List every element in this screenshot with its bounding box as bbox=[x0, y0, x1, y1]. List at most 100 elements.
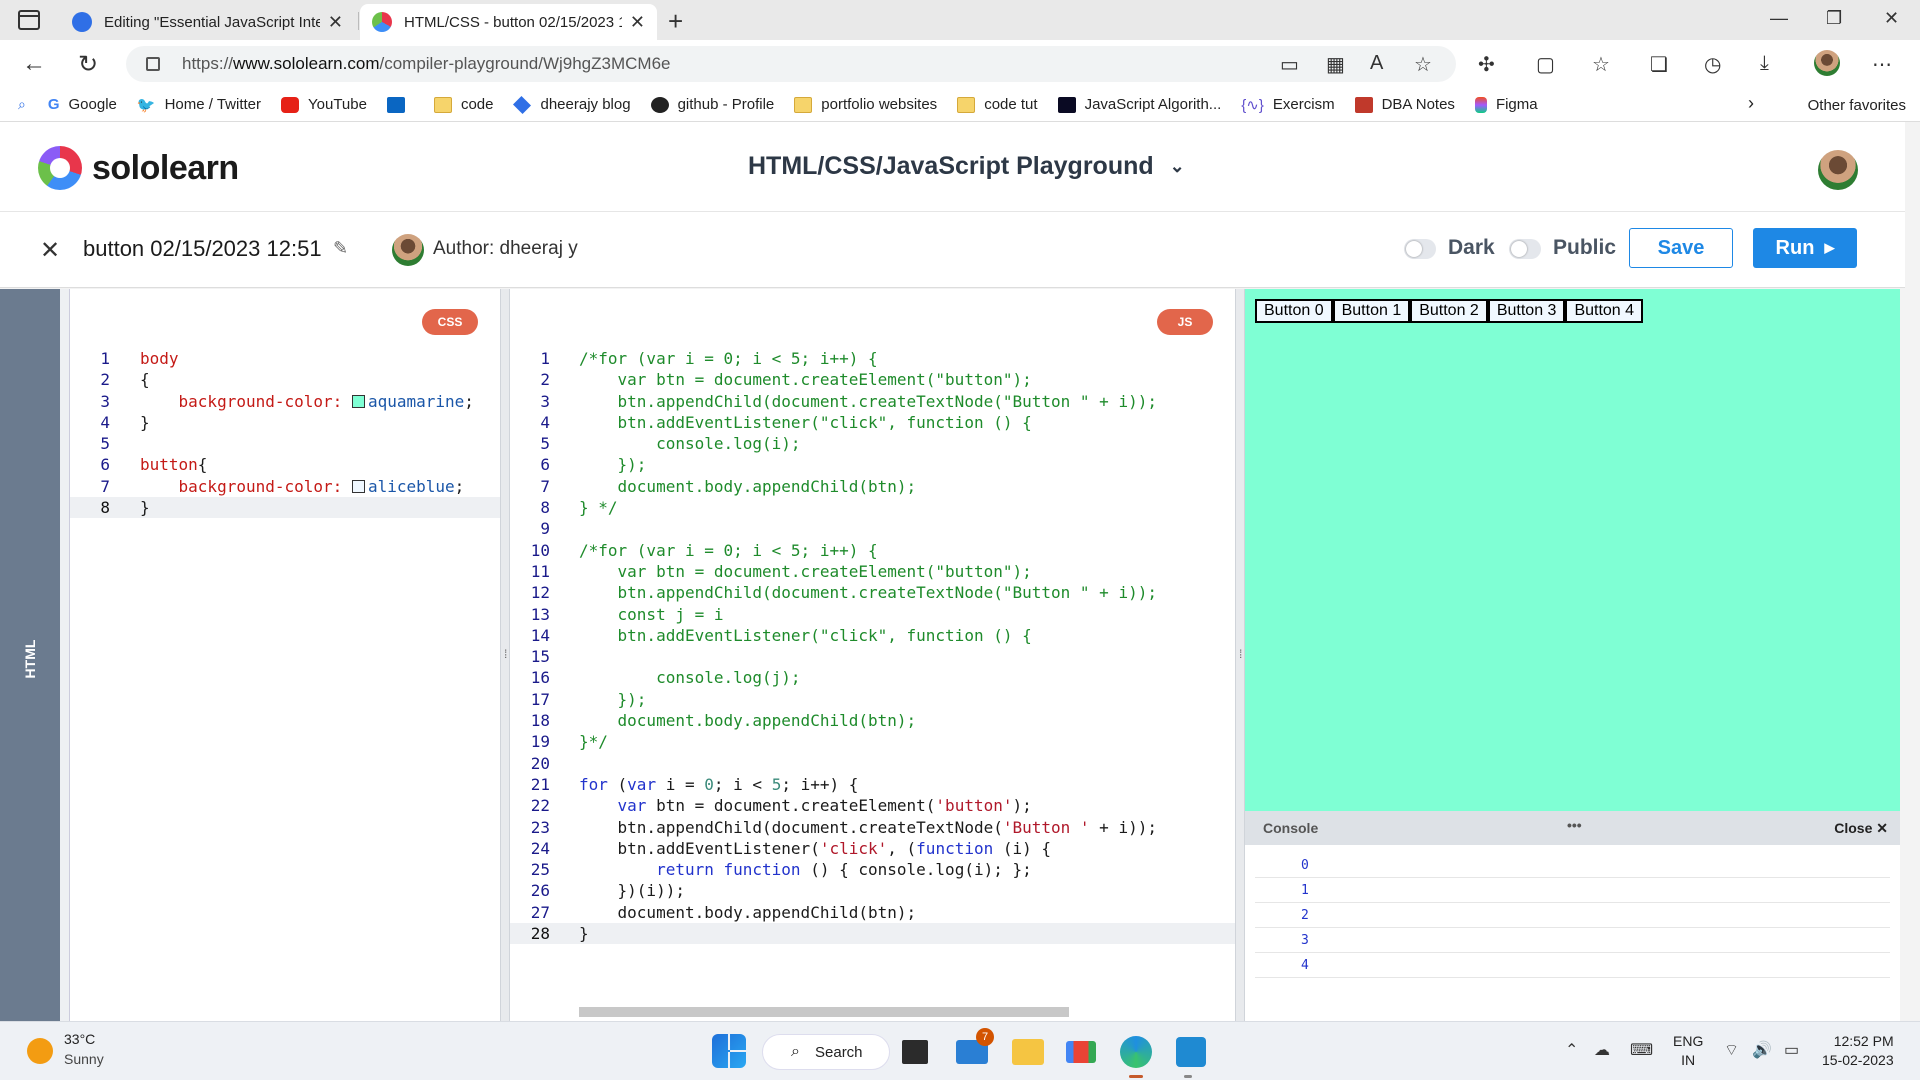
taskbar-search[interactable]: ⌕ Search bbox=[762, 1034, 890, 1070]
code-line: 13 const j = i bbox=[530, 604, 724, 624]
gmail-icon[interactable] bbox=[1066, 1041, 1096, 1063]
other-favorites[interactable]: Other favorites bbox=[1782, 88, 1906, 122]
cast-icon[interactable]: ▢ bbox=[1536, 52, 1555, 77]
favorites-icon[interactable]: ☆ bbox=[1592, 52, 1610, 77]
bookmark-blog[interactable]: dheerajy blog bbox=[513, 95, 631, 114]
edge-browser-icon[interactable] bbox=[1120, 1036, 1152, 1068]
code-line: 9 bbox=[540, 519, 550, 539]
horizontal-scrollbar[interactable] bbox=[579, 1007, 1069, 1017]
sun-icon[interactable] bbox=[27, 1038, 53, 1064]
code-line: 15 bbox=[530, 647, 550, 667]
new-tab-icon[interactable]: + bbox=[668, 6, 683, 37]
collections-icon[interactable]: ❏ bbox=[1650, 52, 1668, 77]
save-button[interactable]: Save bbox=[1629, 228, 1733, 268]
output-button-3[interactable]: Button 3 bbox=[1487, 299, 1566, 323]
pencil-icon[interactable]: ✎ bbox=[333, 238, 348, 259]
playground-title: HTML/CSS/JavaScript Playground bbox=[748, 152, 1154, 180]
sololearn-logo[interactable]: sololearn bbox=[38, 146, 239, 190]
code-line: 6 button{ bbox=[100, 455, 208, 475]
file-explorer-icon[interactable] bbox=[1012, 1039, 1044, 1065]
task-view-icon[interactable] bbox=[902, 1040, 928, 1064]
history-icon[interactable]: ◷ bbox=[1704, 52, 1721, 77]
browser-tab-editing[interactable]: Editing "Essential JavaScript Interview … bbox=[60, 4, 355, 40]
pane-resize-handle[interactable]: ⁞ bbox=[500, 289, 510, 1021]
dark-toggle[interactable] bbox=[1404, 239, 1436, 259]
close-tab-icon[interactable]: ✕ bbox=[630, 12, 645, 33]
chevron-right-icon[interactable]: › bbox=[1748, 93, 1754, 114]
playground-selector[interactable]: HTML/CSS/JavaScript Playground ⌄ bbox=[748, 152, 1185, 181]
console-close-button[interactable]: Close ✕ bbox=[1834, 820, 1888, 837]
code-line: 27 document.body.appendChild(btn); bbox=[530, 902, 917, 922]
output-button-0[interactable]: Button 0 bbox=[1255, 299, 1333, 323]
add-favorite-icon[interactable]: ☆ bbox=[1414, 52, 1432, 77]
download-icon[interactable]: ⤓ bbox=[1760, 52, 1769, 75]
minimize-icon[interactable]: — bbox=[1770, 8, 1788, 29]
public-toggle[interactable] bbox=[1509, 239, 1541, 259]
more-menu-icon[interactable]: ⋯ bbox=[1872, 52, 1892, 77]
refresh-icon[interactable]: ↻ bbox=[78, 50, 98, 79]
chevron-up-icon[interactable]: ⌃ bbox=[1565, 1040, 1578, 1060]
code-line: 3 btn.appendChild(document.createTextNod… bbox=[540, 391, 1157, 411]
url-path: /compiler-playground/Wj9hgZ3MCM6e bbox=[379, 54, 671, 73]
rail-resize-handle[interactable] bbox=[60, 289, 70, 1021]
url-field[interactable]: https://www.sololearn.com/compiler-playg… bbox=[126, 46, 1456, 82]
search-icon[interactable]: ⌕ bbox=[18, 96, 26, 113]
weather-condition: Sunny bbox=[64, 1051, 104, 1067]
console-line: 3 bbox=[1255, 928, 1890, 953]
bookmark-linkedin[interactable] bbox=[386, 96, 414, 113]
back-arrow-icon[interactable]: ← bbox=[22, 50, 46, 78]
profile-avatar[interactable] bbox=[1814, 50, 1840, 76]
qr-code-icon[interactable]: ▦ bbox=[1326, 52, 1345, 77]
bookmarks-bar: ⌕ G Google 🐦 Home / Twitter YouTube code d… bbox=[0, 88, 1920, 122]
code-line: 19}*/ bbox=[530, 732, 608, 752]
onedrive-icon[interactable]: ☁ bbox=[1594, 1040, 1610, 1060]
user-avatar[interactable] bbox=[1818, 150, 1858, 190]
output-button-2[interactable]: Button 2 bbox=[1410, 299, 1488, 323]
bookmark-label: Google bbox=[68, 96, 117, 113]
keyboard-icon[interactable]: ⌨ bbox=[1630, 1040, 1653, 1060]
bookmark-exercism[interactable]: {∿} Exercism bbox=[1241, 96, 1334, 114]
browser-tab-sololearn[interactable]: HTML/CSS - button 02/15/2023 12:51 ✕ bbox=[360, 4, 657, 40]
bookmark-code-tut[interactable]: code tut bbox=[957, 96, 1038, 113]
bookmark-js-algorithms[interactable]: JavaScript Algorith... bbox=[1057, 96, 1222, 113]
output-button-4[interactable]: Button 4 bbox=[1565, 299, 1644, 323]
windows-start-icon[interactable] bbox=[712, 1034, 746, 1068]
run-button[interactable]: Run ▶ bbox=[1753, 228, 1857, 268]
drag-handle-icon[interactable]: ••• bbox=[1567, 817, 1582, 833]
bookmark-dba-notes[interactable]: DBA Notes bbox=[1354, 96, 1455, 113]
bookmark-twitter[interactable]: 🐦 Home / Twitter bbox=[137, 96, 261, 114]
bookmark-label: github - Profile bbox=[677, 96, 775, 113]
extensions-icon[interactable]: ✣ bbox=[1478, 52, 1495, 77]
tab-separator bbox=[358, 12, 359, 30]
bookmark-figma[interactable]: Figma bbox=[1474, 96, 1538, 113]
bookmark-youtube[interactable]: YouTube bbox=[281, 96, 367, 113]
bookmark-github[interactable]: github - Profile bbox=[650, 96, 775, 113]
vscode-icon[interactable] bbox=[1176, 1037, 1206, 1067]
html-tab-rail[interactable]: HTML bbox=[0, 289, 60, 1021]
console-line: 4 bbox=[1255, 953, 1890, 978]
pane-resize-handle[interactable]: ⁞ bbox=[1235, 289, 1245, 1021]
page-scrollbar[interactable] bbox=[1905, 122, 1920, 1021]
bookmark-code[interactable]: code bbox=[433, 96, 493, 113]
bookmark-label: JavaScript Algorith... bbox=[1084, 96, 1222, 113]
close-icon[interactable]: ✕ bbox=[40, 236, 60, 265]
read-aloud-icon[interactable]: A bbox=[1370, 52, 1383, 75]
wifi-icon[interactable]: ⌔ bbox=[1724, 1040, 1739, 1060]
js-code[interactable]: 1/*for (var i = 0; i < 5; i++) { 2 var b… bbox=[510, 348, 1235, 945]
restore-icon[interactable]: ❐ bbox=[1826, 8, 1842, 29]
tab-actions-icon[interactable] bbox=[18, 10, 40, 30]
close-window-icon[interactable]: ✕ bbox=[1884, 8, 1899, 29]
css-editor[interactable]: CSS 1 body 2{ 3 background-color: aquamar… bbox=[70, 289, 500, 1021]
close-tab-icon[interactable]: ✕ bbox=[328, 12, 343, 33]
app-available-icon[interactable]: ▭ bbox=[1280, 52, 1299, 77]
bookmark-google[interactable]: G Google bbox=[48, 96, 117, 113]
other-favorites-label: Other favorites bbox=[1807, 96, 1906, 114]
volume-icon[interactable]: 🔊 bbox=[1752, 1040, 1772, 1060]
output-button-1[interactable]: Button 1 bbox=[1332, 299, 1411, 323]
css-code[interactable]: 1 body 2{ 3 background-color: aquamarine;… bbox=[70, 348, 500, 519]
battery-icon[interactable]: ▭ bbox=[1784, 1040, 1799, 1060]
js-editor[interactable]: JS 1/*for (var i = 0; i < 5; i++) { 2 va… bbox=[510, 289, 1235, 1021]
system-clock[interactable]: 12:52 PM 15-02-2023 bbox=[1822, 1032, 1894, 1070]
language-indicator[interactable]: ENG IN bbox=[1673, 1032, 1703, 1070]
bookmark-portfolio[interactable]: portfolio websites bbox=[794, 96, 937, 113]
